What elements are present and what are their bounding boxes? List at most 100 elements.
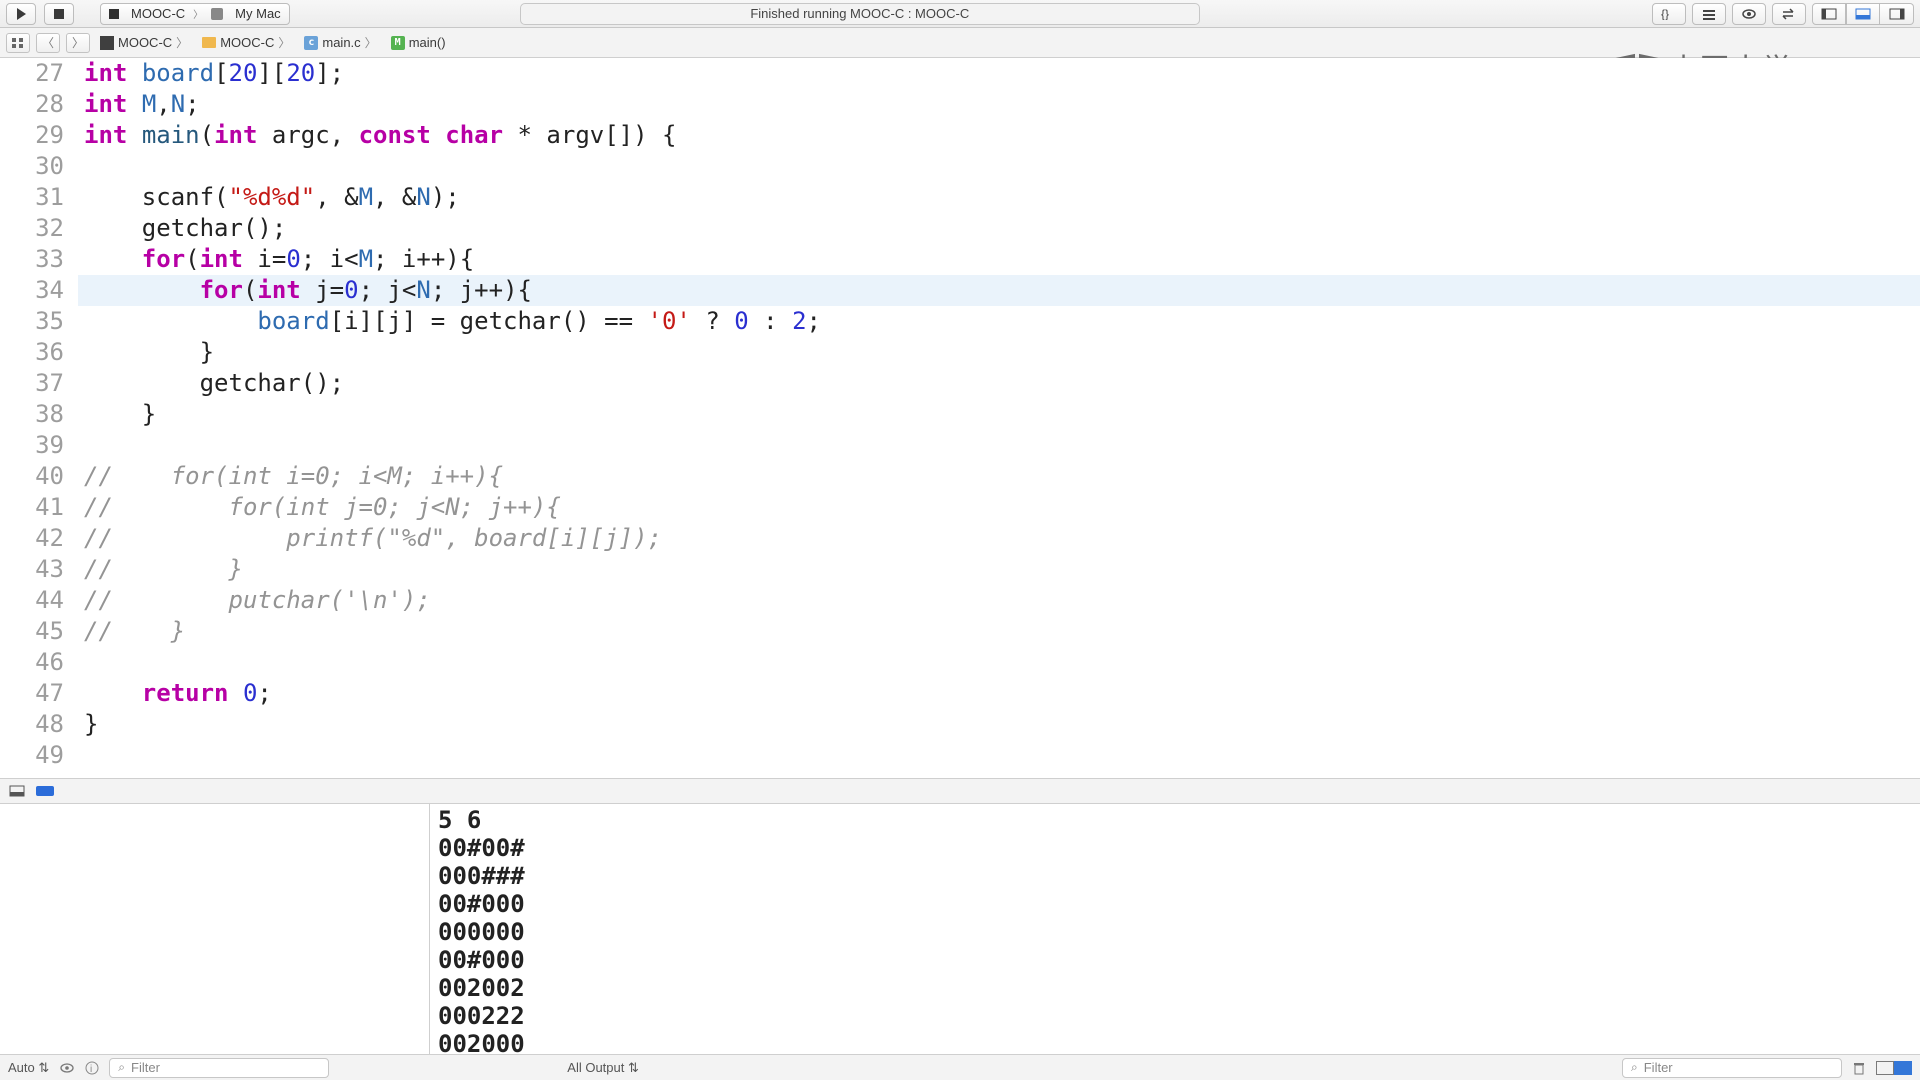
line-number: 35	[0, 306, 78, 337]
code-line[interactable]: 34 for(int j=0; j<N; j++){	[0, 275, 1920, 306]
code-line[interactable]: 27int board[20][20];	[0, 58, 1920, 89]
console-filter-input[interactable]: ⌕ Filter	[1622, 1058, 1842, 1078]
jump-file[interactable]: c main.c 〉	[300, 32, 380, 53]
arrows-button[interactable]	[1772, 3, 1806, 25]
line-number: 39	[0, 430, 78, 461]
code-line[interactable]: 28int M,N;	[0, 89, 1920, 120]
toggle-debug-button[interactable]	[1846, 3, 1880, 25]
swap-icon	[1781, 8, 1797, 20]
console-pane-toggle[interactable]	[1876, 1061, 1912, 1075]
code-line[interactable]: 46	[0, 647, 1920, 678]
standard-editor-button[interactable]: {}	[1652, 3, 1686, 25]
code-content: getchar();	[78, 368, 344, 399]
code-content: }	[78, 337, 214, 368]
code-line[interactable]: 29int main(int argc, const char * argv[]…	[0, 120, 1920, 151]
console-output[interactable]: 5 6 00#00# 000### 00#000 000000 00#000 0…	[430, 804, 1920, 1054]
continue-button[interactable]	[36, 784, 54, 798]
line-number: 47	[0, 678, 78, 709]
panel-left-icon	[1821, 8, 1837, 20]
code-content: return 0;	[78, 678, 272, 709]
code-content: // }	[78, 616, 185, 647]
jump-file-label: main.c	[322, 35, 360, 50]
output-selector[interactable]: All Output ⇅	[567, 1060, 639, 1076]
code-line[interactable]: 30	[0, 151, 1920, 182]
code-line[interactable]: 49	[0, 740, 1920, 771]
version-editor-button[interactable]	[1732, 3, 1766, 25]
line-number: 37	[0, 368, 78, 399]
code-content: }	[78, 399, 156, 430]
activity-status: Finished running MOOC-C : MOOC-C	[520, 3, 1200, 25]
filter-placeholder-2: Filter	[1644, 1060, 1673, 1075]
forward-button[interactable]: 〉	[66, 33, 90, 53]
related-items-button[interactable]	[6, 33, 30, 53]
line-number: 30	[0, 151, 78, 182]
code-line[interactable]: 37 getchar();	[0, 368, 1920, 399]
auto-label: Auto	[8, 1060, 35, 1075]
code-content: int M,N;	[78, 89, 200, 120]
code-line[interactable]: 47 return 0;	[0, 678, 1920, 709]
code-line[interactable]: 42// printf("%d", board[i][j]);	[0, 523, 1920, 554]
updown-icon: ⇅	[628, 1060, 639, 1075]
code-line[interactable]: 44// putchar('\n');	[0, 585, 1920, 616]
line-number: 34	[0, 275, 78, 306]
info-button[interactable]: i	[85, 1061, 99, 1075]
jump-folder[interactable]: MOOC-C 〉	[198, 32, 294, 53]
back-button[interactable]: 〈	[36, 33, 60, 53]
jump-symbol[interactable]: M main()	[387, 33, 450, 52]
scheme-icon	[109, 9, 119, 19]
line-number: 31	[0, 182, 78, 213]
stop-icon	[54, 9, 64, 19]
line-number: 42	[0, 523, 78, 554]
code-line[interactable]: 35 board[i][j] = getchar() == '0' ? 0 : …	[0, 306, 1920, 337]
run-button[interactable]	[6, 3, 36, 25]
stop-button[interactable]	[44, 3, 74, 25]
mac-icon	[211, 8, 223, 20]
code-content: for(int j=0; j<N; j++){	[78, 275, 532, 306]
line-number: 41	[0, 492, 78, 523]
code-line[interactable]: 40// for(int i=0; i<M; i++){	[0, 461, 1920, 492]
line-number: 44	[0, 585, 78, 616]
code-line[interactable]: 41// for(int j=0; j<N; j++){	[0, 492, 1920, 523]
code-content: // for(int j=0; j<N; j++){	[78, 492, 561, 523]
code-line[interactable]: 36 }	[0, 337, 1920, 368]
code-line[interactable]: 43// }	[0, 554, 1920, 585]
code-content	[78, 151, 84, 182]
clear-console-button[interactable]	[1852, 1061, 1866, 1075]
code-line[interactable]: 33 for(int i=0; i<M; i++){	[0, 244, 1920, 275]
info-icon: i	[85, 1061, 99, 1075]
chevron-right-icon: 〉	[193, 6, 203, 21]
pane-toggle-group	[1812, 3, 1914, 25]
breakpoint-icon	[36, 786, 54, 796]
variables-filter-input[interactable]: ⌕ Filter	[109, 1058, 329, 1078]
code-line[interactable]: 32 getchar();	[0, 213, 1920, 244]
chevron-right-icon: 〉	[278, 34, 290, 51]
toggle-breakpoints-button[interactable]	[8, 784, 26, 798]
auto-variables-selector[interactable]: Auto ⇅	[8, 1060, 49, 1076]
xcode-toolbar: MOOC-C 〉 My Mac Finished running MOOC-C …	[0, 0, 1920, 28]
code-line[interactable]: 48}	[0, 709, 1920, 740]
code-editor[interactable]: 27int board[20][20];28int M,N;29int main…	[0, 58, 1920, 778]
code-line[interactable]: 38 }	[0, 399, 1920, 430]
svg-text:i: i	[90, 1064, 92, 1075]
filter-placeholder: Filter	[131, 1060, 160, 1075]
line-number: 27	[0, 58, 78, 89]
variables-pane[interactable]	[0, 804, 430, 1054]
destination-name: My Mac	[235, 6, 281, 21]
chevron-left-icon: 〈	[42, 34, 54, 51]
code-content	[78, 647, 84, 678]
panel-bottom-icon	[1855, 8, 1871, 20]
assistant-editor-button[interactable]	[1692, 3, 1726, 25]
code-line[interactable]: 39	[0, 430, 1920, 461]
braces-icon: {}	[1661, 8, 1677, 20]
code-line[interactable]: 45// }	[0, 616, 1920, 647]
toggle-utilities-button[interactable]	[1880, 3, 1914, 25]
toggle-navigator-button[interactable]	[1812, 3, 1846, 25]
quicklook-button[interactable]	[59, 1062, 75, 1074]
c-file-icon: c	[304, 36, 318, 50]
scheme-selector[interactable]: MOOC-C 〉 My Mac	[100, 3, 290, 25]
play-icon	[17, 8, 26, 20]
jump-project-label: MOOC-C	[118, 35, 172, 50]
jump-project[interactable]: MOOC-C 〉	[96, 32, 192, 53]
code-line[interactable]: 31 scanf("%d%d", &M, &N);	[0, 182, 1920, 213]
jump-folder-label: MOOC-C	[220, 35, 274, 50]
